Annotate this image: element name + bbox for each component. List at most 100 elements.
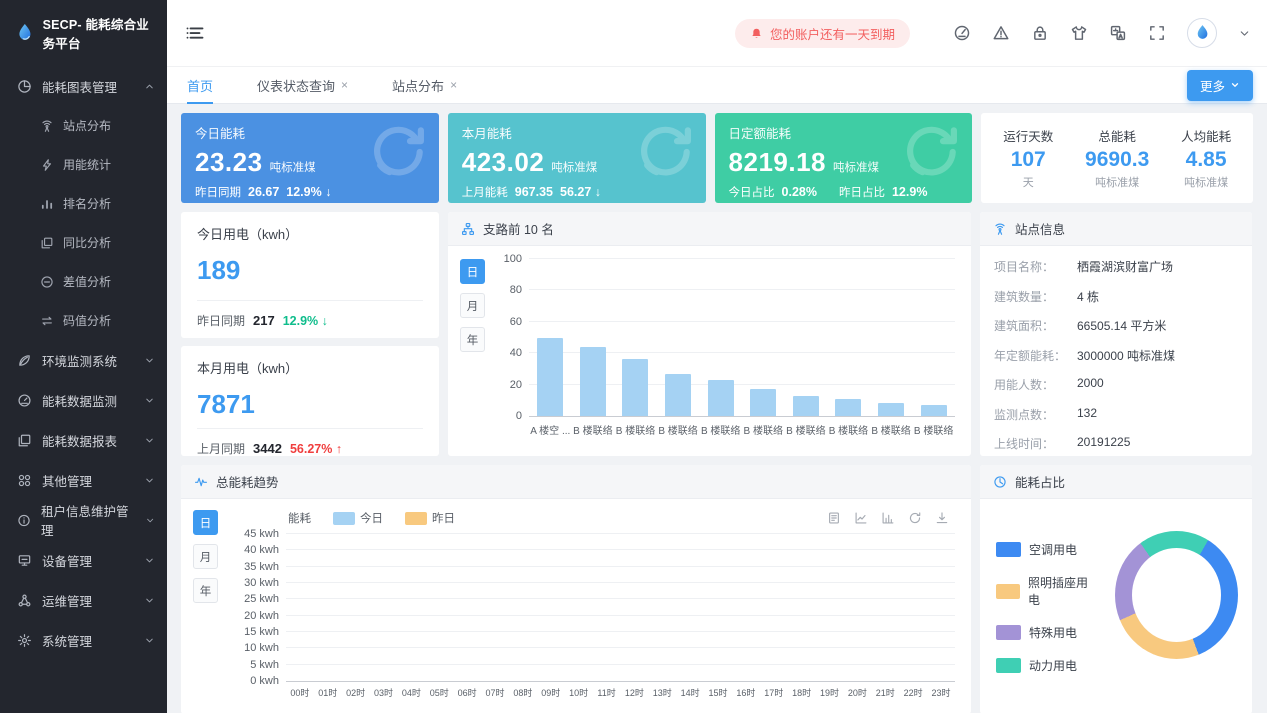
trend-legend: 能耗 今日 昨日	[242, 510, 955, 526]
sidebar-item-other-management[interactable]: 其他管理	[0, 460, 167, 500]
sidebar-item-environment-monitoring[interactable]: 环境监测系统	[0, 340, 167, 380]
toggle-year[interactable]: 年	[460, 327, 485, 352]
kpi-sub-label: 昨日同期	[195, 184, 241, 200]
x-tick-label: 09时	[537, 686, 565, 699]
sidebar-item-yoy-analysis[interactable]: 同比分析	[0, 223, 167, 262]
sidebar-item-tenant-info[interactable]: 租户信息维护管理	[0, 500, 167, 540]
stat-total-energy: 总能耗 9690.3 吨标准煤	[1085, 126, 1149, 190]
collapse-menu-icon[interactable]	[185, 23, 205, 43]
stat-value: 4.85	[1181, 148, 1231, 172]
bar[interactable]	[708, 380, 734, 416]
info-value: 2000	[1077, 376, 1104, 393]
bar[interactable]	[921, 405, 947, 416]
bolt-icon	[40, 158, 54, 172]
x-tick-label: 22时	[899, 686, 927, 699]
x-tick-label: B 楼联络	[870, 422, 913, 437]
toggle-day[interactable]: 日	[193, 510, 218, 535]
toggle-year[interactable]: 年	[193, 578, 218, 603]
legend-power[interactable]: 动力用电	[996, 657, 1097, 674]
data-view-icon[interactable]	[827, 511, 841, 525]
avatar[interactable]	[1187, 18, 1217, 48]
x-tick-label: 01时	[314, 686, 342, 699]
sidebar-item-difference-analysis[interactable]: 差值分析	[0, 262, 167, 301]
axis-name: 能耗	[288, 510, 311, 526]
info-label: 上线时间：	[994, 435, 1077, 452]
x-tick-label: 11时	[593, 686, 621, 699]
bar[interactable]	[878, 403, 904, 416]
kpi-sub-value: 0.28%	[782, 185, 817, 199]
sidebar-item-station-distribution[interactable]: 站点分布	[0, 106, 167, 145]
x-tick-label: A 楼空 ...	[529, 422, 572, 437]
close-tab-icon[interactable]: ×	[341, 78, 348, 92]
x-tick-label: 21时	[871, 686, 899, 699]
lock-icon[interactable]	[1031, 24, 1049, 42]
stat-running-days: 运行天数 107 天	[1003, 126, 1053, 190]
flame-logo-icon	[14, 20, 35, 46]
x-tick-label: 04时	[398, 686, 426, 699]
x-tick-label: 17时	[760, 686, 788, 699]
legend-today[interactable]: 今日	[333, 510, 383, 526]
fullscreen-icon[interactable]	[1148, 24, 1166, 42]
top-header: 您的账户还有一天到期	[167, 0, 1267, 66]
kpi-unit: 吨标准煤	[270, 159, 316, 175]
account-expiry-notice[interactable]: 您的账户还有一天到期	[735, 19, 910, 48]
sidebar-item-energy-charts[interactable]: 能耗图表管理	[0, 66, 167, 106]
sidebar-item-code-analysis[interactable]: 码值分析	[0, 301, 167, 340]
language-icon[interactable]	[1109, 24, 1127, 42]
y-tick-label: 5 kwh	[250, 659, 286, 671]
sidebar-item-ranking-analysis[interactable]: 排名分析	[0, 184, 167, 223]
sidebar-item-system-management[interactable]: 系统管理	[0, 620, 167, 660]
bar[interactable]	[665, 374, 691, 416]
swap-icon	[40, 314, 54, 328]
close-tab-icon[interactable]: ×	[450, 78, 457, 92]
dashboard-icon[interactable]	[953, 24, 971, 42]
tab-station-distribution[interactable]: 站点分布 ×	[392, 67, 457, 103]
kpi-value: 423.02	[462, 147, 545, 178]
branch-bar-chart[interactable]: 020406080100	[529, 259, 955, 417]
line-chart-icon[interactable]	[854, 511, 868, 525]
tab-home[interactable]: 首页	[187, 67, 213, 103]
toggle-month[interactable]: 月	[193, 544, 218, 569]
tab-bar: 首页 仪表状态查询 × 站点分布 × 更多	[167, 66, 1267, 104]
sidebar-item-ops-management[interactable]: 运维管理	[0, 580, 167, 620]
trend-bar-chart[interactable]: 0 kwh5 kwh10 kwh15 kwh20 kwh25 kwh30 kwh…	[286, 534, 955, 682]
info-value: 20191225	[1077, 435, 1130, 452]
refresh-icon[interactable]	[908, 511, 922, 525]
chevron-down-icon	[144, 555, 155, 566]
x-tick-label: 00时	[286, 686, 314, 699]
bar[interactable]	[537, 338, 563, 417]
toggle-month[interactable]: 月	[460, 293, 485, 318]
x-tick-label: 06时	[453, 686, 481, 699]
sidebar-item-label: 排名分析	[63, 195, 111, 212]
sidebar-item-energy-stats[interactable]: 用能统计	[0, 145, 167, 184]
bar[interactable]	[793, 396, 819, 416]
toggle-day[interactable]: 日	[460, 259, 485, 284]
bar[interactable]	[750, 389, 776, 416]
bar[interactable]	[622, 359, 648, 416]
stat-unit: 天	[1003, 174, 1053, 190]
branch-period-toggles: 日 月 年	[460, 259, 485, 437]
bar[interactable]	[835, 399, 861, 416]
more-button[interactable]: 更多	[1187, 70, 1253, 101]
sidebar-item-device-management[interactable]: 设备管理	[0, 540, 167, 580]
warning-icon[interactable]	[992, 24, 1010, 42]
bar-chart-icon[interactable]	[881, 511, 895, 525]
legend-lighting[interactable]: 照明插座用电	[996, 574, 1097, 608]
y-tick-label: 40 kwh	[244, 544, 286, 556]
panel-title: 支路前 10 名	[483, 219, 554, 238]
theme-shirt-icon[interactable]	[1070, 24, 1088, 42]
legend-yesterday[interactable]: 昨日	[405, 510, 455, 526]
kpi-unit: 吨标准煤	[551, 159, 597, 175]
tab-meter-status[interactable]: 仪表状态查询 ×	[257, 67, 348, 103]
x-tick-label: 15时	[704, 686, 732, 699]
legend-special[interactable]: 特殊用电	[996, 624, 1097, 641]
legend-hvac[interactable]: 空调用电	[996, 541, 1097, 558]
energy-share-donut-chart[interactable]	[1115, 531, 1238, 659]
chevron-down-icon	[144, 395, 155, 406]
download-icon[interactable]	[935, 511, 949, 525]
sidebar-item-energy-data-monitoring[interactable]: 能耗数据监测	[0, 380, 167, 420]
bar[interactable]	[580, 347, 606, 416]
gear-icon	[17, 633, 32, 648]
sidebar-item-energy-reports[interactable]: 能耗数据报表	[0, 420, 167, 460]
chevron-down-icon[interactable]	[1238, 27, 1251, 40]
